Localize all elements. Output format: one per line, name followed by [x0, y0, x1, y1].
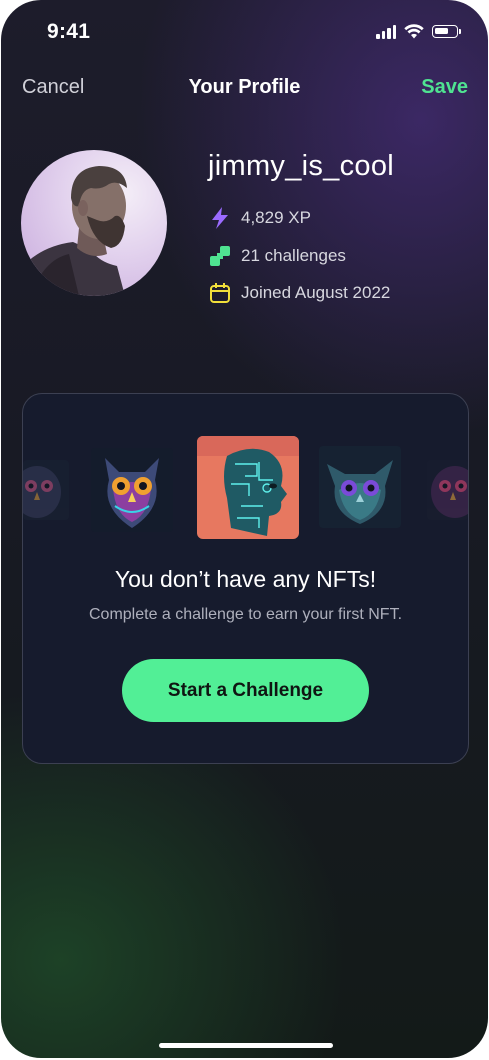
stat-xp: 4,829 XP — [209, 207, 311, 229]
xp-value: 4,829 XP — [241, 208, 311, 227]
nft-preview-owl-far-right — [427, 460, 468, 520]
challenges-value: 21 challenges — [241, 246, 346, 265]
nft-empty-state-card: You don’t have any NFTs! Complete a chal… — [22, 393, 469, 764]
profile-photo — [21, 166, 127, 296]
cancel-button[interactable]: Cancel — [22, 76, 84, 99]
cellular-signal-icon — [376, 24, 396, 39]
stat-challenges: 21 challenges — [209, 245, 346, 267]
nft-preview-owl-far-left — [23, 460, 69, 520]
joined-value: Joined August 2022 — [241, 283, 391, 302]
stat-joined: Joined August 2022 — [209, 282, 390, 304]
username: jimmy_is_cool — [208, 150, 394, 182]
nft-preview-owl-left — [91, 448, 173, 532]
save-button[interactable]: Save — [421, 76, 468, 99]
phone-screen: 9:41 Your Profile Cancel Save jimmy_is_c… — [1, 0, 488, 1058]
calendar-icon — [209, 282, 231, 304]
start-challenge-button[interactable]: Start a Challenge — [122, 659, 369, 722]
status-time: 9:41 — [47, 20, 91, 43]
lightning-icon — [209, 207, 231, 229]
home-indicator[interactable] — [159, 1043, 333, 1048]
nft-preview-robot-head — [197, 436, 299, 539]
nft-preview-owl-right — [319, 446, 401, 528]
status-icons — [376, 24, 461, 39]
challenge-blocks-icon — [209, 245, 231, 267]
avatar[interactable] — [21, 150, 167, 296]
empty-state-title: You don’t have any NFTs! — [114, 566, 377, 592]
battery-icon — [432, 25, 461, 38]
empty-state-subtitle: Complete a challenge to earn your first … — [88, 606, 403, 623]
wifi-icon — [404, 24, 424, 39]
